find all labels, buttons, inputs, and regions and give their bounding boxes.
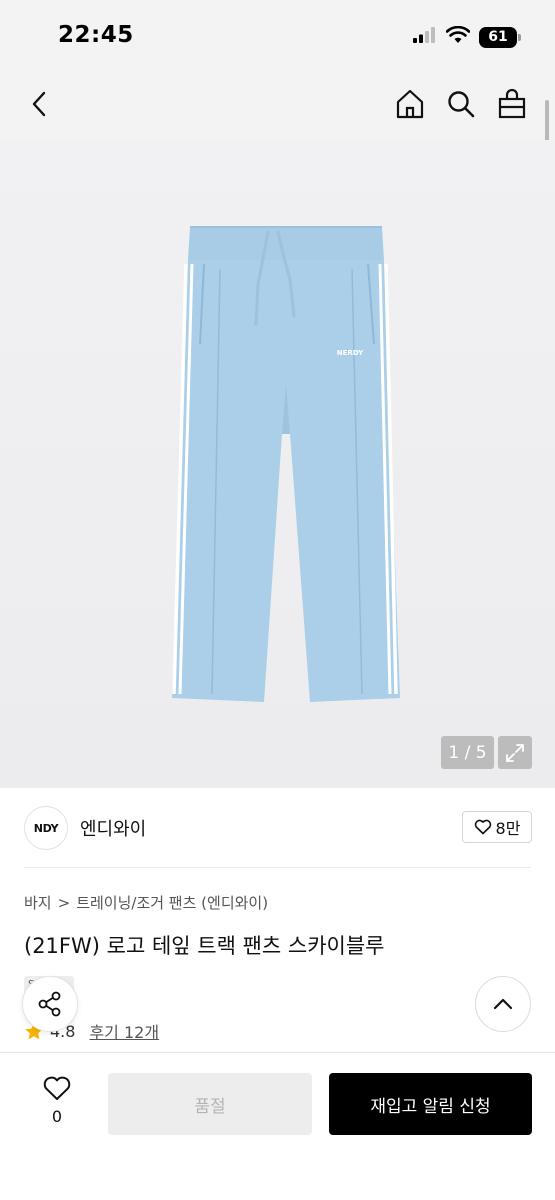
chevron-up-icon	[493, 998, 513, 1010]
cart-button[interactable]	[494, 86, 530, 122]
breadcrumb-subcategory[interactable]: 트레이닝/조거 팬츠 (엔디와이)	[76, 892, 268, 913]
shopping-bag-icon	[498, 88, 526, 119]
home-icon	[396, 89, 424, 119]
product-gallery[interactable]: NERDY 1 / 5	[0, 140, 555, 788]
brand-logo[interactable]: NDY	[24, 806, 68, 850]
product-logo-text: NERDY	[337, 349, 364, 357]
image-counter: 1 / 5	[441, 736, 494, 769]
restock-notification-button[interactable]: 재입고 알림 신청	[329, 1073, 532, 1135]
product-title: (21FW) 로고 테잎 트랙 팬츠 스카이블루	[24, 934, 385, 958]
status-time: 22:45	[58, 22, 134, 48]
share-button[interactable]	[22, 976, 78, 1032]
breadcrumb: 바지 > 트레이닝/조거 팬츠 (엔디와이)	[24, 892, 268, 913]
brand-row: NDY 엔디와이 8만	[0, 788, 555, 868]
wishlist-count: 0	[51, 1107, 63, 1126]
share-icon	[38, 991, 61, 1017]
brand-name[interactable]: 엔디와이	[80, 815, 146, 841]
wishlist-button[interactable]: 0	[30, 1075, 84, 1126]
battery-icon: 61	[479, 26, 521, 48]
home-button[interactable]	[392, 86, 428, 122]
expand-image-button[interactable]	[498, 736, 532, 769]
brand-like-count: 8만	[495, 819, 521, 838]
review-count-link[interactable]: 후기 12개	[89, 1019, 159, 1043]
cellular-signal-icon	[413, 27, 437, 47]
search-icon	[448, 91, 475, 118]
heart-icon	[474, 819, 491, 835]
status-icons: 61	[413, 25, 521, 48]
status-bar: 22:45 61	[0, 0, 555, 70]
soldout-button: 품절	[108, 1073, 312, 1135]
expand-icon	[506, 743, 524, 762]
chevron-left-icon	[32, 91, 46, 117]
divider	[24, 867, 531, 868]
scroll-to-top-button[interactable]	[475, 976, 531, 1032]
top-navigation	[0, 70, 555, 140]
product-image: NERDY	[172, 226, 400, 702]
back-button[interactable]	[22, 86, 58, 122]
heart-icon	[43, 1076, 71, 1100]
breadcrumb-separator: >	[57, 893, 71, 912]
battery-level: 61	[488, 29, 508, 45]
search-button[interactable]	[443, 86, 479, 122]
breadcrumb-category[interactable]: 바지	[24, 892, 52, 913]
brand-like-button[interactable]: 8만	[462, 811, 532, 843]
wifi-icon	[445, 25, 471, 48]
bottom-action-bar: 0 품절 재입고 알림 신청	[0, 1052, 555, 1200]
